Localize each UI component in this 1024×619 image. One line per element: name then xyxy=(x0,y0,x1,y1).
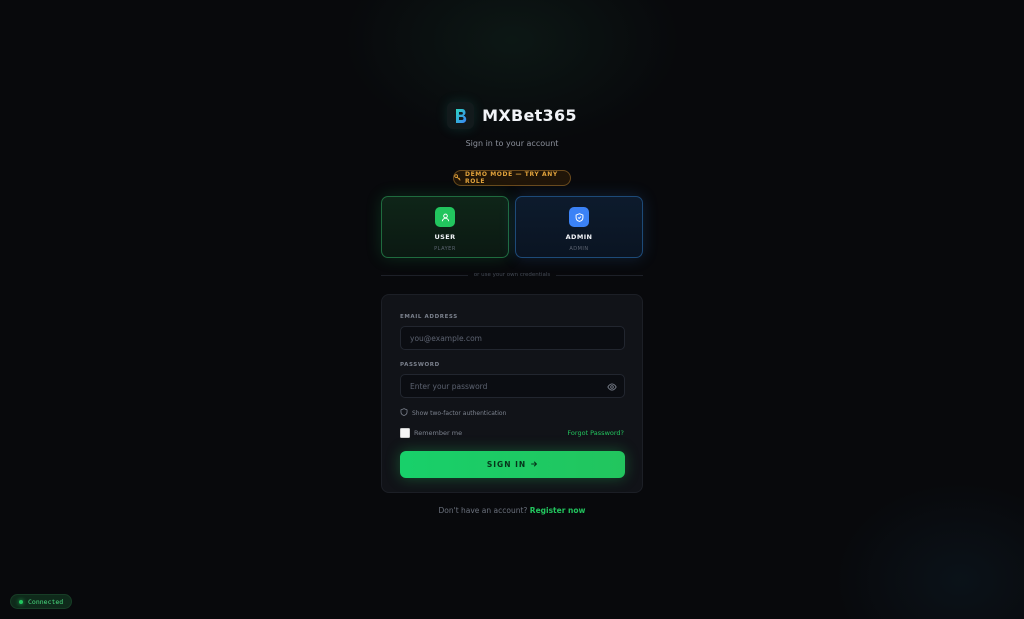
email-label: EMAIL ADDRESS xyxy=(400,314,458,320)
page-subtitle: Sign in to your account xyxy=(465,139,559,148)
brand-name: MXBet365 xyxy=(482,106,577,125)
remember-me: Remember me xyxy=(400,428,462,438)
divider-line xyxy=(556,274,643,276)
credentials-divider: or use your own credentials xyxy=(381,270,643,280)
two-factor-label: Show two-factor authentication xyxy=(412,409,507,417)
remember-me-label: Remember me xyxy=(414,429,463,437)
demo-mode-badge: DEMO MODE — TRY ANY ROLE xyxy=(453,170,571,186)
role-card-user[interactable]: USER PLAYER xyxy=(381,196,509,258)
user-icon xyxy=(435,207,455,227)
shield-icon xyxy=(569,207,589,227)
eye-icon[interactable] xyxy=(606,381,618,393)
two-factor-toggle[interactable]: Show two-factor authentication xyxy=(400,408,506,418)
b-logo-icon xyxy=(447,102,475,129)
email-field[interactable] xyxy=(400,326,625,350)
role-card-admin[interactable]: ADMIN ADMIN xyxy=(515,196,643,258)
status-label: Connected xyxy=(28,597,64,606)
role-subtitle: ADMIN xyxy=(569,246,589,252)
register-text: Don't have an account? xyxy=(438,506,528,515)
login-form: EMAIL ADDRESS PASSWORD Show two-factor a… xyxy=(381,294,643,493)
shield-icon xyxy=(400,408,408,418)
divider-text: or use your own credentials xyxy=(473,272,551,278)
register-prompt: Don't have an account? Register now xyxy=(0,506,1024,515)
key-icon xyxy=(454,173,461,183)
demo-mode-label: DEMO MODE — TRY ANY ROLE xyxy=(465,171,558,185)
password-label: PASSWORD xyxy=(400,362,440,368)
remember-me-checkbox[interactable] xyxy=(400,428,410,438)
sign-in-label: SIGN IN xyxy=(486,460,527,469)
status-dot-icon xyxy=(19,599,23,604)
sign-in-button[interactable]: SIGN IN xyxy=(400,451,625,478)
arrow-right-icon xyxy=(530,460,538,470)
divider-line xyxy=(381,274,468,276)
password-field[interactable] xyxy=(400,374,625,398)
role-subtitle: PLAYER xyxy=(434,246,456,252)
login-page: MXBet365 Sign in to your account DEMO MO… xyxy=(0,0,1024,619)
role-title: USER xyxy=(434,233,456,241)
role-title: ADMIN xyxy=(565,233,593,241)
forgot-password-link[interactable]: Forgot Password? xyxy=(567,429,624,437)
brand-header: MXBet365 xyxy=(0,102,1024,129)
connection-status: Connected xyxy=(10,594,73,609)
register-link[interactable]: Register now xyxy=(530,506,586,515)
